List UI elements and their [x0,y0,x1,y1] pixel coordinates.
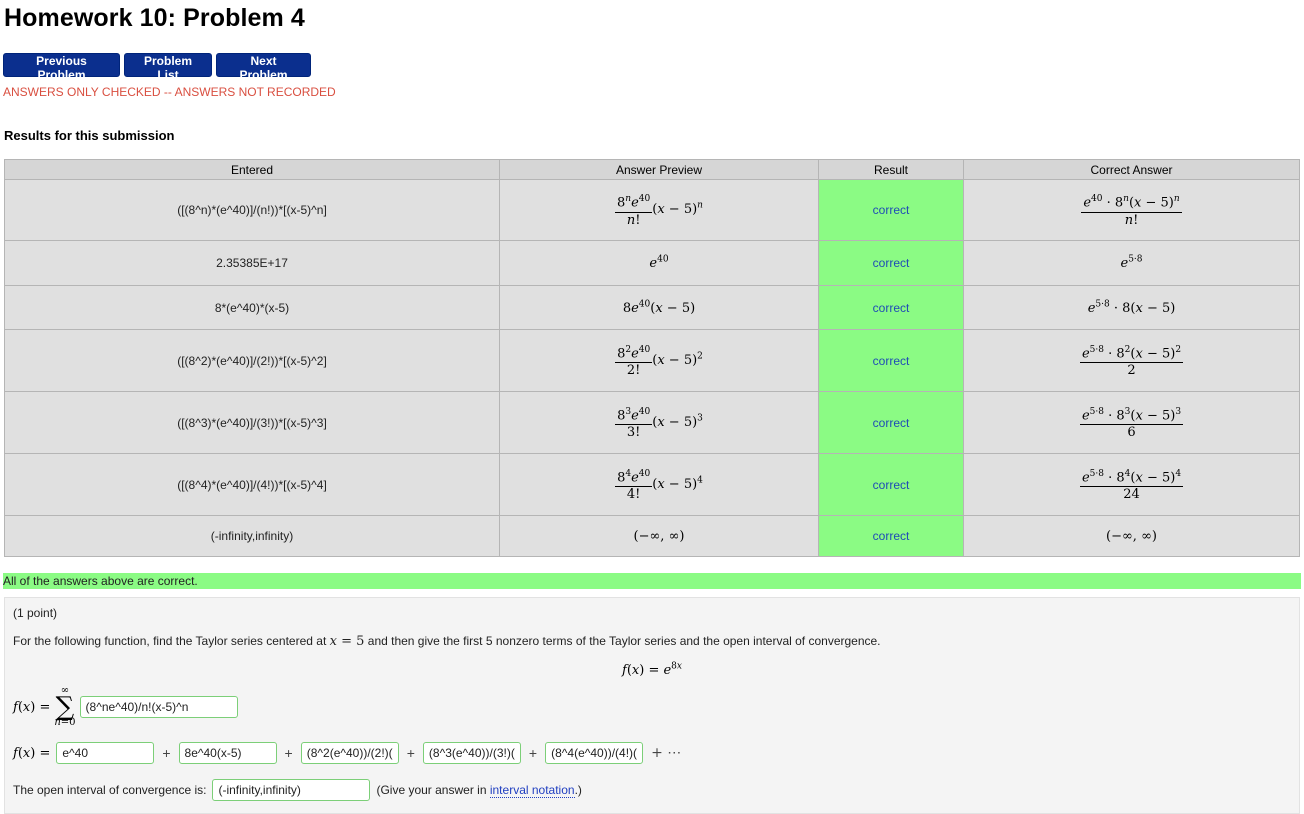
table-row: ([(8^3)*(e^40)]/(3!))*[(x-5)^3] 83e40 3!(… [4,391,1300,454]
series-row: f(x) = ∞ ∑ n=0 [13,686,238,728]
next-problem-button[interactable]: Next Problem [216,53,311,82]
term-4-input[interactable] [422,742,521,764]
problem-list-button[interactable]: Problem List [124,53,212,82]
entered-cell: ([(8^4)*(e^40)]/(4!))*[(x-5)^4] [4,453,500,516]
previous-problem-button[interactable]: Previous Problem [3,53,120,82]
interval-input[interactable] [212,779,371,801]
plus-sign: + [406,745,415,761]
problem-panel: (1 point) For the following function, fi… [4,597,1300,814]
correct-answer-cell: e5·8 · 83(x − 5)3 6 [963,391,1300,454]
plus-sign: + [162,745,171,761]
header-correct-answer: Correct Answer [963,159,1300,180]
term-1-input[interactable] [56,742,155,764]
answer-preview-cell: (−∞, ∞) [499,515,819,557]
function-definition: f(x) = e8x [622,661,682,678]
ellipsis: + ⋯ [651,745,682,761]
preview-math: 83e40 3! (x − 5)3 [615,406,703,441]
sigma-symbol: ∞ ∑ n=0 [54,685,76,728]
problem-statement: For the following function, find the Tay… [13,634,881,649]
entered-cell: 8*(e^40)*(x-5) [4,285,500,330]
correct-math: e5·8 · 83(x − 5)3 6 [1079,406,1184,441]
header-result: Result [818,159,964,180]
statement-text-start: For the following function, find the Tay… [13,634,327,648]
term-5-input[interactable] [545,742,644,764]
series-general-term-input[interactable] [79,696,238,718]
interval-label: The open interval of convergence is: [13,783,207,797]
result-cell: correct [818,453,964,516]
preview-math: 8e40(x − 5) [622,299,696,316]
results-table: Entered Answer Preview Result Correct An… [4,159,1300,557]
correct-math: (−∞, ∞) [1106,528,1157,544]
correct-math: e5·8 · 84(x − 5)4 24 [1079,468,1184,503]
correct-answer-cell: e40 · 8n(x − 5)n n! [963,179,1300,241]
correct-answer-cell: e5·8 · 82(x − 5)2 2 [963,329,1300,392]
series-lhs: f(x) = [13,699,51,715]
table-row: ([(8^2)*(e^40)]/(2!))*[(x-5)^2] 82e40 2!(… [4,329,1300,392]
preview-math: 82e40 2! (x − 5)2 [615,344,703,379]
problem-navigation: Previous Problem Problem List Next Probl… [3,53,311,82]
page-title: Homework 10: Problem 4 [4,4,305,32]
table-row: (-infinity,infinity) (−∞, ∞) correct (−∞… [4,515,1300,557]
answer-preview-cell: e40 [499,240,819,286]
correct-answer-cell: e5·8 · 8(x − 5) [963,285,1300,330]
preview-math: (−∞, ∞) [633,528,685,544]
interval-notation-link[interactable]: interval notation [489,783,575,798]
correct-answer-cell: e5·8 · 84(x − 5)4 24 [963,453,1300,516]
correct-math: e5·8 [1120,254,1143,272]
all-correct-banner: All of the answers above are correct. [3,573,1301,589]
result-cell: correct [818,179,964,241]
entered-cell: ([(8^n)*(e^40)]/(n!))*[(x-5)^n] [4,179,500,241]
table-row: ([(8^4)*(e^40)]/(4!))*[(x-5)^4] 84e40 4!(… [4,453,1300,516]
correct-answer-cell: e5·8 [963,240,1300,286]
preview-math: 84e40 4! (x − 5)4 [615,468,703,503]
header-answer-preview: Answer Preview [499,159,819,180]
plus-sign: + [284,745,293,761]
entered-cell: (-infinity,infinity) [4,515,500,557]
interval-hint: (Give your answer in interval notation.) [376,783,582,798]
table-row: 2.35385E+17 e40 correct e5·8 [4,240,1300,286]
terms-row: f(x) = + + + + + ⋯ [13,742,683,764]
table-row: 8*(e^40)*(x-5) 8e40(x − 5) correct e5·8 … [4,285,1300,330]
answer-preview-cell: 83e40 3! (x − 5)3 [499,391,819,454]
result-cell: correct [818,285,964,330]
statement-center-math: x = 5 [329,634,365,649]
table-row: ([(8^n)*(e^40)]/(n!))*[(x-5)^n] 8ne40 n!(… [4,179,1300,241]
entered-cell: ([(8^2)*(e^40)]/(2!))*[(x-5)^2] [4,329,500,392]
term-2-input[interactable] [178,742,277,764]
result-cell: correct [818,240,964,286]
correct-math: e40 · 8n(x − 5)n n! [1081,194,1182,228]
entered-cell: 2.35385E+17 [4,240,500,286]
correct-math: e5·8 · 8(x − 5) [1087,299,1176,316]
results-heading: Results for this submission [4,128,175,143]
statement-text-end: and then give the first 5 nonzero terms … [367,634,881,648]
answer-preview-cell: 8ne40 n! (x − 5)n [499,179,819,241]
terms-lhs: f(x) = [13,745,51,761]
answer-preview-cell: 8e40(x − 5) [499,285,819,330]
answer-preview-cell: 82e40 2! (x − 5)2 [499,329,819,392]
plus-sign: + [528,745,538,761]
result-cell: correct [818,391,964,454]
term-3-input[interactable] [300,742,399,764]
answers-not-recorded-notice: ANSWERS ONLY CHECKED -- ANSWERS NOT RECO… [3,85,336,99]
entered-cell: ([(8^3)*(e^40)]/(3!))*[(x-5)^3] [4,391,500,454]
result-cell: correct [818,515,964,557]
problem-points: (1 point) [13,606,58,620]
correct-math: e5·8 · 82(x − 5)2 2 [1079,344,1184,379]
correct-answer-cell: (−∞, ∞) [963,515,1300,557]
interval-row: The open interval of convergence is: (Gi… [13,779,582,801]
header-entered: Entered [4,159,500,180]
result-cell: correct [818,329,964,392]
answer-preview-cell: 84e40 4! (x − 5)4 [499,453,819,516]
results-header-row: Entered Answer Preview Result Correct An… [4,159,1300,180]
preview-math: e40 [649,254,669,272]
preview-math: 8ne40 n! (x − 5)n [615,194,703,228]
